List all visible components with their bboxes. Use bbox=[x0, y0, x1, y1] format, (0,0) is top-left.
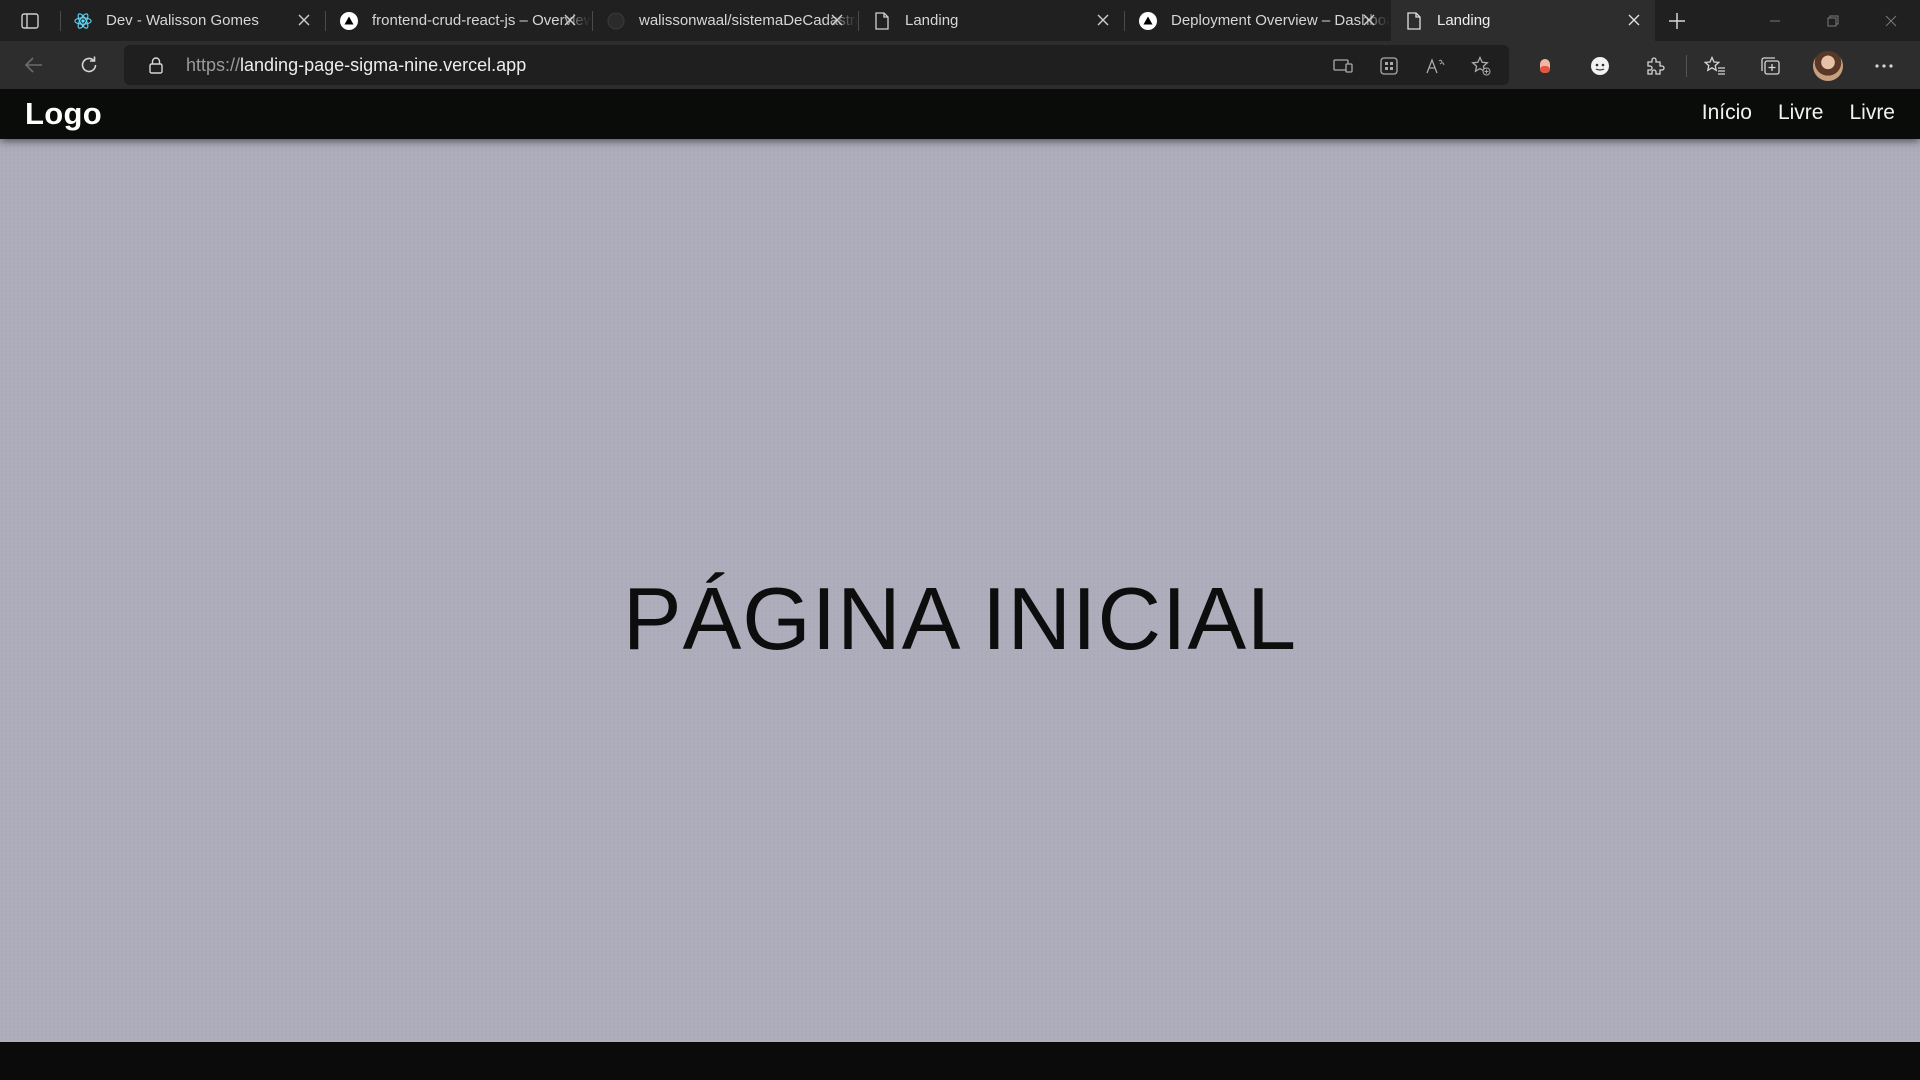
apps-grid-icon[interactable] bbox=[1378, 55, 1400, 77]
extension-pill-icon[interactable] bbox=[1533, 54, 1557, 78]
restore-icon[interactable] bbox=[1804, 0, 1862, 41]
nav-link-inicio[interactable]: Início bbox=[1702, 101, 1752, 125]
window-close-icon[interactable] bbox=[1862, 0, 1920, 41]
bottom-black-bar bbox=[0, 1042, 1920, 1080]
close-icon[interactable] bbox=[1360, 11, 1378, 29]
page-icon bbox=[873, 11, 891, 30]
page-icon bbox=[1405, 11, 1423, 30]
collections-icon[interactable] bbox=[1758, 54, 1782, 78]
site-nav: Início Livre Livre bbox=[1702, 101, 1895, 125]
tab-actions-menu-icon[interactable] bbox=[14, 8, 46, 34]
tab-title: walissonwaal/sistemaDeCadastro bbox=[639, 12, 858, 29]
site-logo[interactable]: Logo bbox=[25, 96, 102, 132]
tab-dev-walisson-gomes[interactable]: Dev - Walisson Gomes bbox=[60, 0, 325, 41]
tab-landing[interactable]: Landing bbox=[859, 0, 1124, 41]
add-favorite-icon[interactable] bbox=[1470, 55, 1492, 77]
url-host: landing-page-sigma-nine.vercel.app bbox=[240, 55, 527, 75]
url-scheme: https:// bbox=[186, 55, 241, 75]
profile-avatar[interactable] bbox=[1813, 51, 1843, 81]
new-tab-plus-icon[interactable] bbox=[1664, 8, 1690, 34]
nav-link-livre-2[interactable]: Livre bbox=[1849, 101, 1895, 125]
address-bar[interactable]: https://landing-page-sigma-nine.vercel.a… bbox=[124, 45, 1509, 85]
extension-face-icon[interactable] bbox=[1588, 54, 1612, 78]
site-header: Logo Início Livre Livre bbox=[0, 89, 1920, 139]
close-icon[interactable] bbox=[295, 11, 313, 29]
tab-landing-active[interactable]: Landing bbox=[1391, 0, 1655, 41]
tab-deployment-overview[interactable]: Deployment Overview – Dashboard – Vercel bbox=[1125, 0, 1390, 41]
react-icon bbox=[74, 12, 92, 30]
window-controls bbox=[1746, 0, 1920, 41]
tab-title: frontend-crud-react-js – Overview – Verc… bbox=[372, 12, 591, 29]
vercel-icon bbox=[340, 11, 358, 30]
app-available-icon[interactable] bbox=[1332, 55, 1354, 77]
hero-title: PÁGINA INICIAL bbox=[622, 568, 1298, 668]
favorites-icon[interactable] bbox=[1703, 54, 1727, 78]
close-icon[interactable] bbox=[561, 11, 579, 29]
back-arrow-icon[interactable] bbox=[18, 50, 50, 80]
close-icon[interactable] bbox=[828, 11, 846, 29]
close-icon[interactable] bbox=[1094, 11, 1112, 29]
url-text[interactable]: https://landing-page-sigma-nine.vercel.a… bbox=[186, 55, 526, 76]
web-page: Logo Início Livre Livre PÁGINA INICIAL bbox=[0, 89, 1920, 1042]
toolbar-separator bbox=[1686, 55, 1687, 77]
minimize-icon[interactable] bbox=[1746, 0, 1804, 41]
vercel-icon bbox=[1139, 11, 1157, 30]
read-aloud-icon[interactable] bbox=[1424, 55, 1446, 77]
tab-title: Dev - Walisson Gomes bbox=[106, 12, 259, 29]
more-options-icon[interactable] bbox=[1872, 54, 1896, 78]
tab-github-sistema-de-cadastro[interactable]: walissonwaal/sistemaDeCadastro bbox=[593, 0, 858, 41]
tab-title: Landing bbox=[905, 12, 959, 29]
tab-title: Deployment Overview – Dashboard – Vercel bbox=[1171, 12, 1390, 29]
tab-frontend-crud-vercel[interactable]: frontend-crud-react-js – Overview – Verc… bbox=[326, 0, 591, 41]
browser-tab-strip: Dev - Walisson Gomes frontend-crud-react… bbox=[0, 0, 1920, 41]
nav-link-livre-1[interactable]: Livre bbox=[1778, 101, 1824, 125]
extensions-puzzle-icon[interactable] bbox=[1643, 54, 1667, 78]
lock-icon[interactable] bbox=[146, 55, 166, 75]
github-icon bbox=[607, 12, 625, 30]
close-icon[interactable] bbox=[1625, 11, 1643, 29]
browser-toolbar: https://landing-page-sigma-nine.vercel.a… bbox=[0, 41, 1920, 89]
tab-title: Landing bbox=[1437, 12, 1491, 29]
refresh-icon[interactable] bbox=[73, 50, 105, 80]
